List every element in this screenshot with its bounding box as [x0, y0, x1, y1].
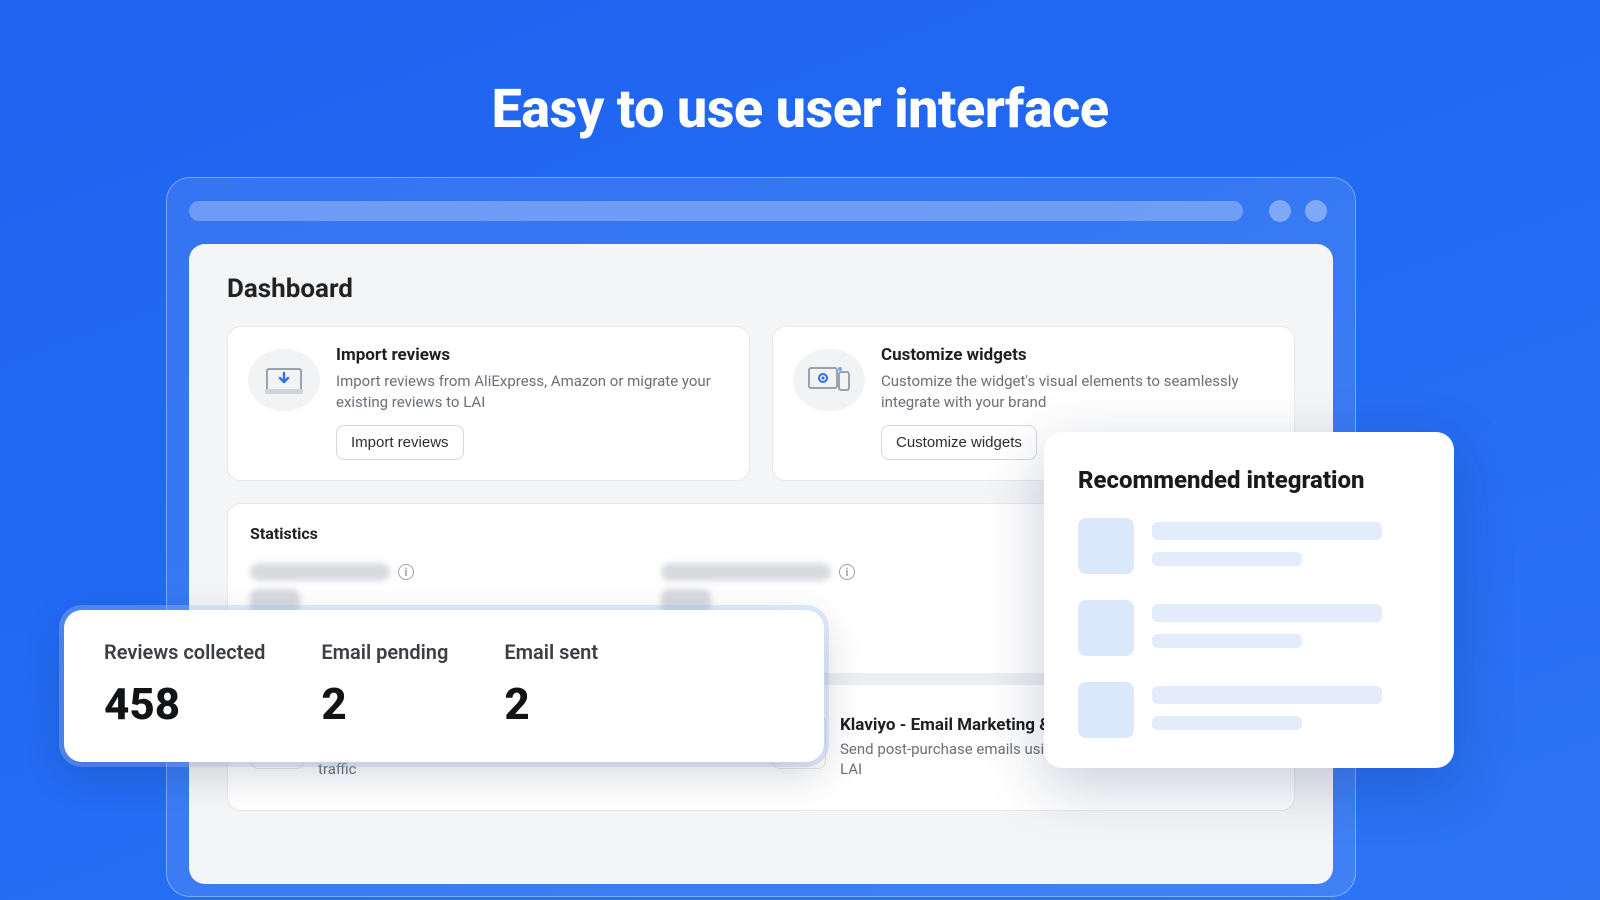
email-sent-label: Email sent: [504, 640, 598, 664]
customize-card-desc: Customize the widget's visual elements t…: [881, 371, 1261, 413]
email-pending-value: 2: [321, 678, 448, 730]
reco-item[interactable]: [1078, 518, 1420, 574]
import-reviews-button[interactable]: Import reviews: [336, 425, 464, 460]
info-icon[interactable]: i: [839, 564, 855, 580]
window-control-dot[interactable]: [1305, 200, 1327, 222]
page-title: Dashboard: [227, 274, 1295, 304]
hero-title: Easy to use user interface: [0, 0, 1600, 141]
import-icon: [248, 349, 320, 411]
reviews-collected-value: 458: [104, 678, 265, 730]
address-bar[interactable]: [189, 201, 1243, 221]
customize-widgets-button[interactable]: Customize widgets: [881, 425, 1037, 460]
customize-card-title: Customize widgets: [881, 345, 1261, 365]
import-reviews-card: Import reviews Import reviews from AliEx…: [227, 326, 750, 481]
stats-highlight-card: Reviews collected 458 Email pending 2 Em…: [64, 610, 824, 762]
email-sent-value: 2: [504, 678, 598, 730]
reco-line-placeholder: [1152, 522, 1382, 540]
customize-icon: [793, 349, 865, 411]
reco-thumb-placeholder: [1078, 518, 1134, 574]
stat-label-placeholder: [661, 563, 831, 581]
stat-label-placeholder: [250, 563, 390, 581]
reco-item[interactable]: [1078, 600, 1420, 656]
reco-thumb-placeholder: [1078, 600, 1134, 656]
import-card-title: Import reviews: [336, 345, 716, 365]
window-control-dot[interactable]: [1269, 200, 1291, 222]
reco-line-placeholder: [1152, 604, 1382, 622]
recommended-integration-title: Recommended integration: [1078, 466, 1420, 494]
reco-line-placeholder: [1152, 634, 1302, 648]
recommended-integration-card: Recommended integration: [1044, 432, 1454, 768]
email-pending-label: Email pending: [321, 640, 448, 664]
reco-line-placeholder: [1152, 716, 1302, 730]
reco-thumb-placeholder: [1078, 682, 1134, 738]
reco-line-placeholder: [1152, 686, 1382, 704]
reco-line-placeholder: [1152, 552, 1302, 566]
window-titlebar: [189, 200, 1333, 222]
import-card-desc: Import reviews from AliExpress, Amazon o…: [336, 371, 716, 413]
reco-item[interactable]: [1078, 682, 1420, 738]
reviews-collected-label: Reviews collected: [104, 640, 265, 664]
info-icon[interactable]: i: [398, 564, 414, 580]
